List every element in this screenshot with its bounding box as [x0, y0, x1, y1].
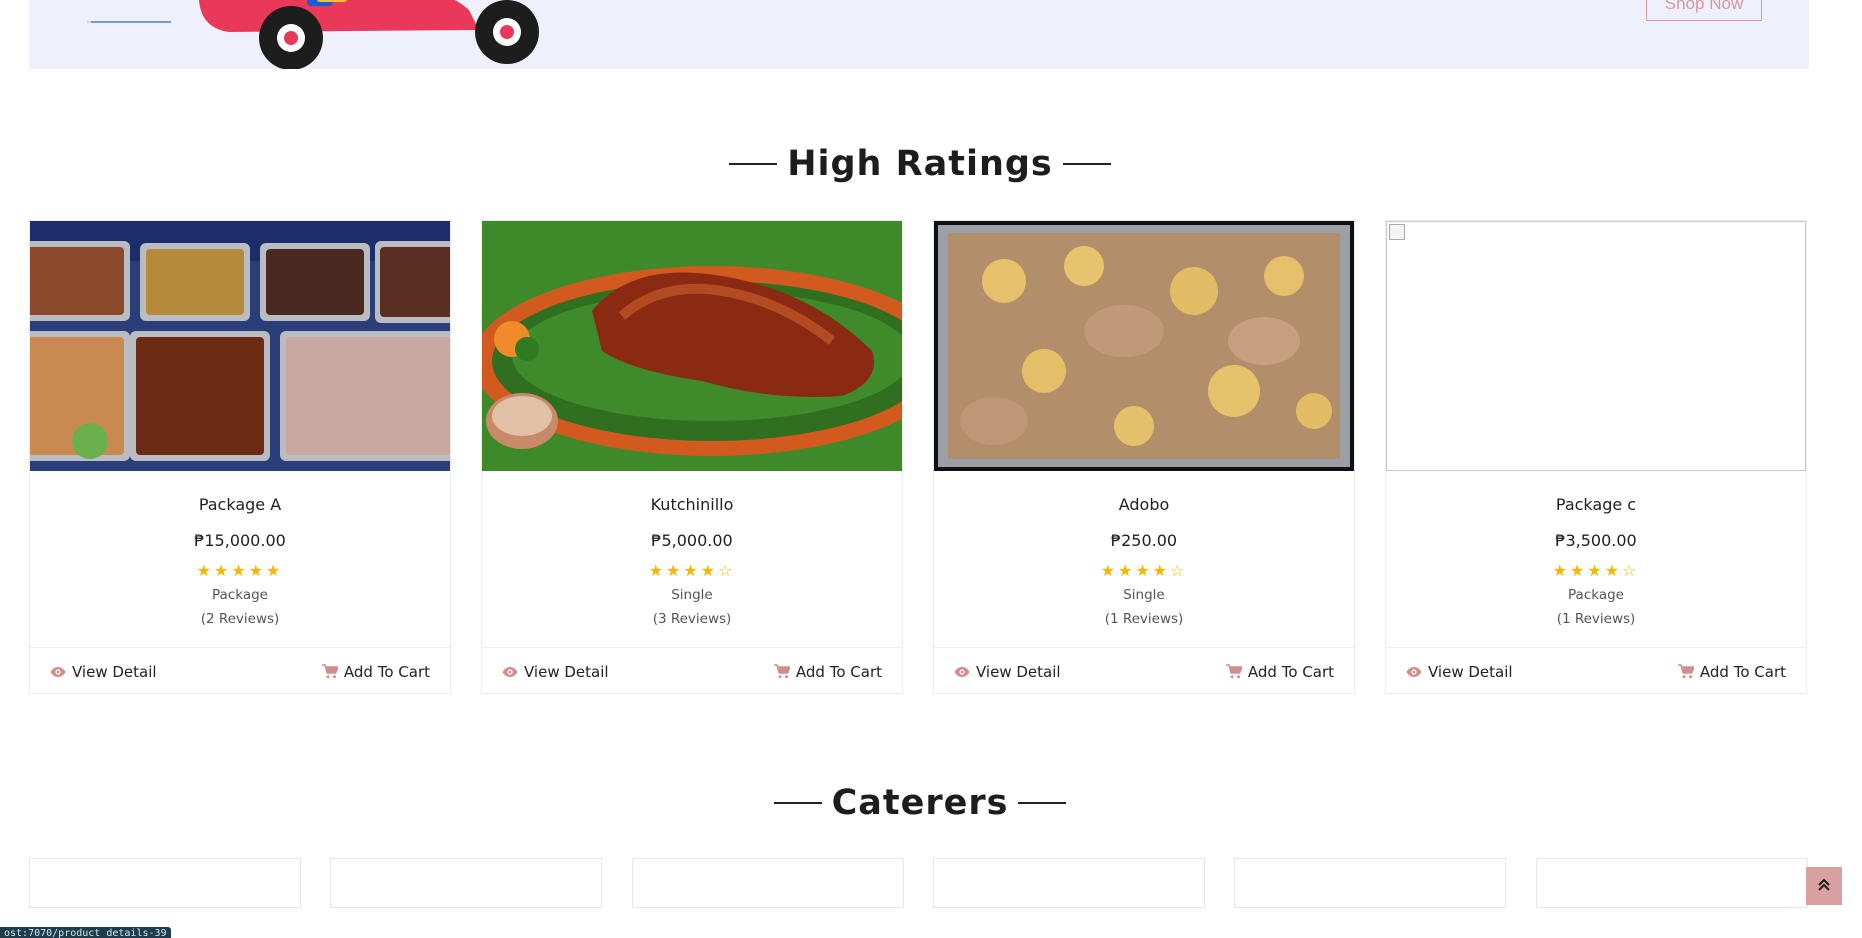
eye-icon [502, 666, 518, 678]
caterer-card[interactable] [330, 858, 602, 908]
view-detail-link[interactable]: View Detail [954, 663, 1061, 681]
review-count: (1 Reviews) [1104, 611, 1184, 627]
star-rating: ★★★★☆ [1100, 561, 1188, 580]
cart-icon [1225, 664, 1242, 679]
product-image-adobo-tray[interactable] [934, 221, 1354, 471]
product-price: ₱15,000.00 [194, 531, 286, 550]
caterer-card[interactable] [632, 858, 904, 908]
high-ratings-grid: Package A ₱15,000.00 ★★★★★ Package (2 Re… [29, 220, 1809, 694]
caterers-heading: Caterers [0, 783, 1840, 823]
card-actions: View Detail Add To Cart [482, 647, 902, 695]
eye-icon [50, 666, 66, 678]
caterers-title: Caterers [831, 783, 1009, 823]
caterer-card[interactable] [1234, 858, 1506, 908]
product-image-catering-trays[interactable] [30, 221, 450, 471]
promo-banner: Shop Now [29, 0, 1809, 69]
card-actions: View Detail Add To Cart [934, 647, 1354, 695]
add-to-cart-label: Add To Cart [795, 662, 882, 681]
card-actions: View Detail Add To Cart [30, 647, 450, 695]
title-line-left [773, 802, 822, 804]
title-line-left [729, 163, 778, 165]
product-image-broken[interactable] [1386, 221, 1806, 471]
product-name[interactable]: Kutchinillo [482, 495, 902, 514]
add-to-cart-label: Add To Cart [1247, 662, 1334, 681]
star-rating: ★★★★☆ [648, 561, 736, 580]
product-price: ₱250.00 [1110, 531, 1178, 550]
product-name[interactable]: Adobo [934, 495, 1354, 514]
view-detail-link[interactable]: View Detail [502, 663, 609, 681]
product-name[interactable]: Package c [1386, 495, 1806, 514]
caterer-card[interactable] [29, 858, 301, 908]
caterers-row [29, 858, 1809, 908]
double-chevron-up-icon [1818, 876, 1830, 897]
star-rating: ★★★★★ [196, 561, 284, 580]
view-detail-label: View Detail [524, 662, 609, 681]
product-name[interactable]: Package A [30, 495, 450, 514]
product-card: Kutchinillo ₱5,000.00 ★★★★☆ Single (3 Re… [481, 220, 903, 694]
cart-icon [1677, 664, 1694, 679]
shop-now-button[interactable]: Shop Now [1646, 0, 1762, 21]
star-rating: ★★★★☆ [1552, 561, 1640, 580]
product-image-roast-pig[interactable] [482, 221, 902, 471]
title-line-right [1018, 802, 1067, 804]
review-count: (3 Reviews) [652, 611, 732, 627]
review-count: (2 Reviews) [200, 611, 280, 627]
view-detail-label: View Detail [72, 662, 157, 681]
caterer-card[interactable] [1536, 858, 1808, 908]
product-card: Package c ₱3,500.00 ★★★★☆ Package (1 Rev… [1385, 220, 1807, 694]
product-price: ₱5,000.00 [651, 531, 733, 550]
add-to-cart-link[interactable]: Add To Cart [1225, 662, 1334, 681]
add-to-cart-link[interactable]: Add To Cart [321, 662, 430, 681]
eye-icon [954, 666, 970, 678]
cart-icon [321, 664, 338, 679]
title-line-right [1062, 163, 1111, 165]
view-detail-link[interactable]: View Detail [1406, 663, 1513, 681]
high-ratings-heading: High Ratings [0, 144, 1840, 184]
product-card: Package A ₱15,000.00 ★★★★★ Package (2 Re… [29, 220, 451, 694]
broken-image-icon [1389, 224, 1405, 240]
view-detail-label: View Detail [1428, 662, 1513, 681]
product-category: Single [671, 587, 713, 603]
add-to-cart-link[interactable]: Add To Cart [773, 662, 882, 681]
eye-icon [1406, 666, 1422, 678]
caterer-card[interactable] [933, 858, 1205, 908]
add-to-cart-label: Add To Cart [1699, 662, 1786, 681]
cart-icon [773, 664, 790, 679]
scooter-illustration [199, 0, 539, 69]
product-category: Package [212, 587, 268, 603]
card-actions: View Detail Add To Cart [1386, 647, 1806, 695]
product-card: Adobo ₱250.00 ★★★★☆ Single (1 Reviews) V… [933, 220, 1355, 694]
status-url-bar: ost:7070/product_details-39 [0, 927, 171, 938]
add-to-cart-label: Add To Cart [343, 662, 430, 681]
product-category: Package [1568, 587, 1624, 603]
banner-slider-indicator[interactable] [91, 21, 171, 23]
add-to-cart-link[interactable]: Add To Cart [1677, 662, 1786, 681]
view-detail-link[interactable]: View Detail [50, 663, 157, 681]
review-count: (1 Reviews) [1556, 611, 1636, 627]
view-detail-label: View Detail [976, 662, 1061, 681]
scroll-to-top-button[interactable] [1806, 867, 1842, 905]
product-category: Single [1123, 587, 1165, 603]
high-ratings-title: High Ratings [787, 144, 1053, 184]
product-price: ₱3,500.00 [1555, 531, 1637, 550]
